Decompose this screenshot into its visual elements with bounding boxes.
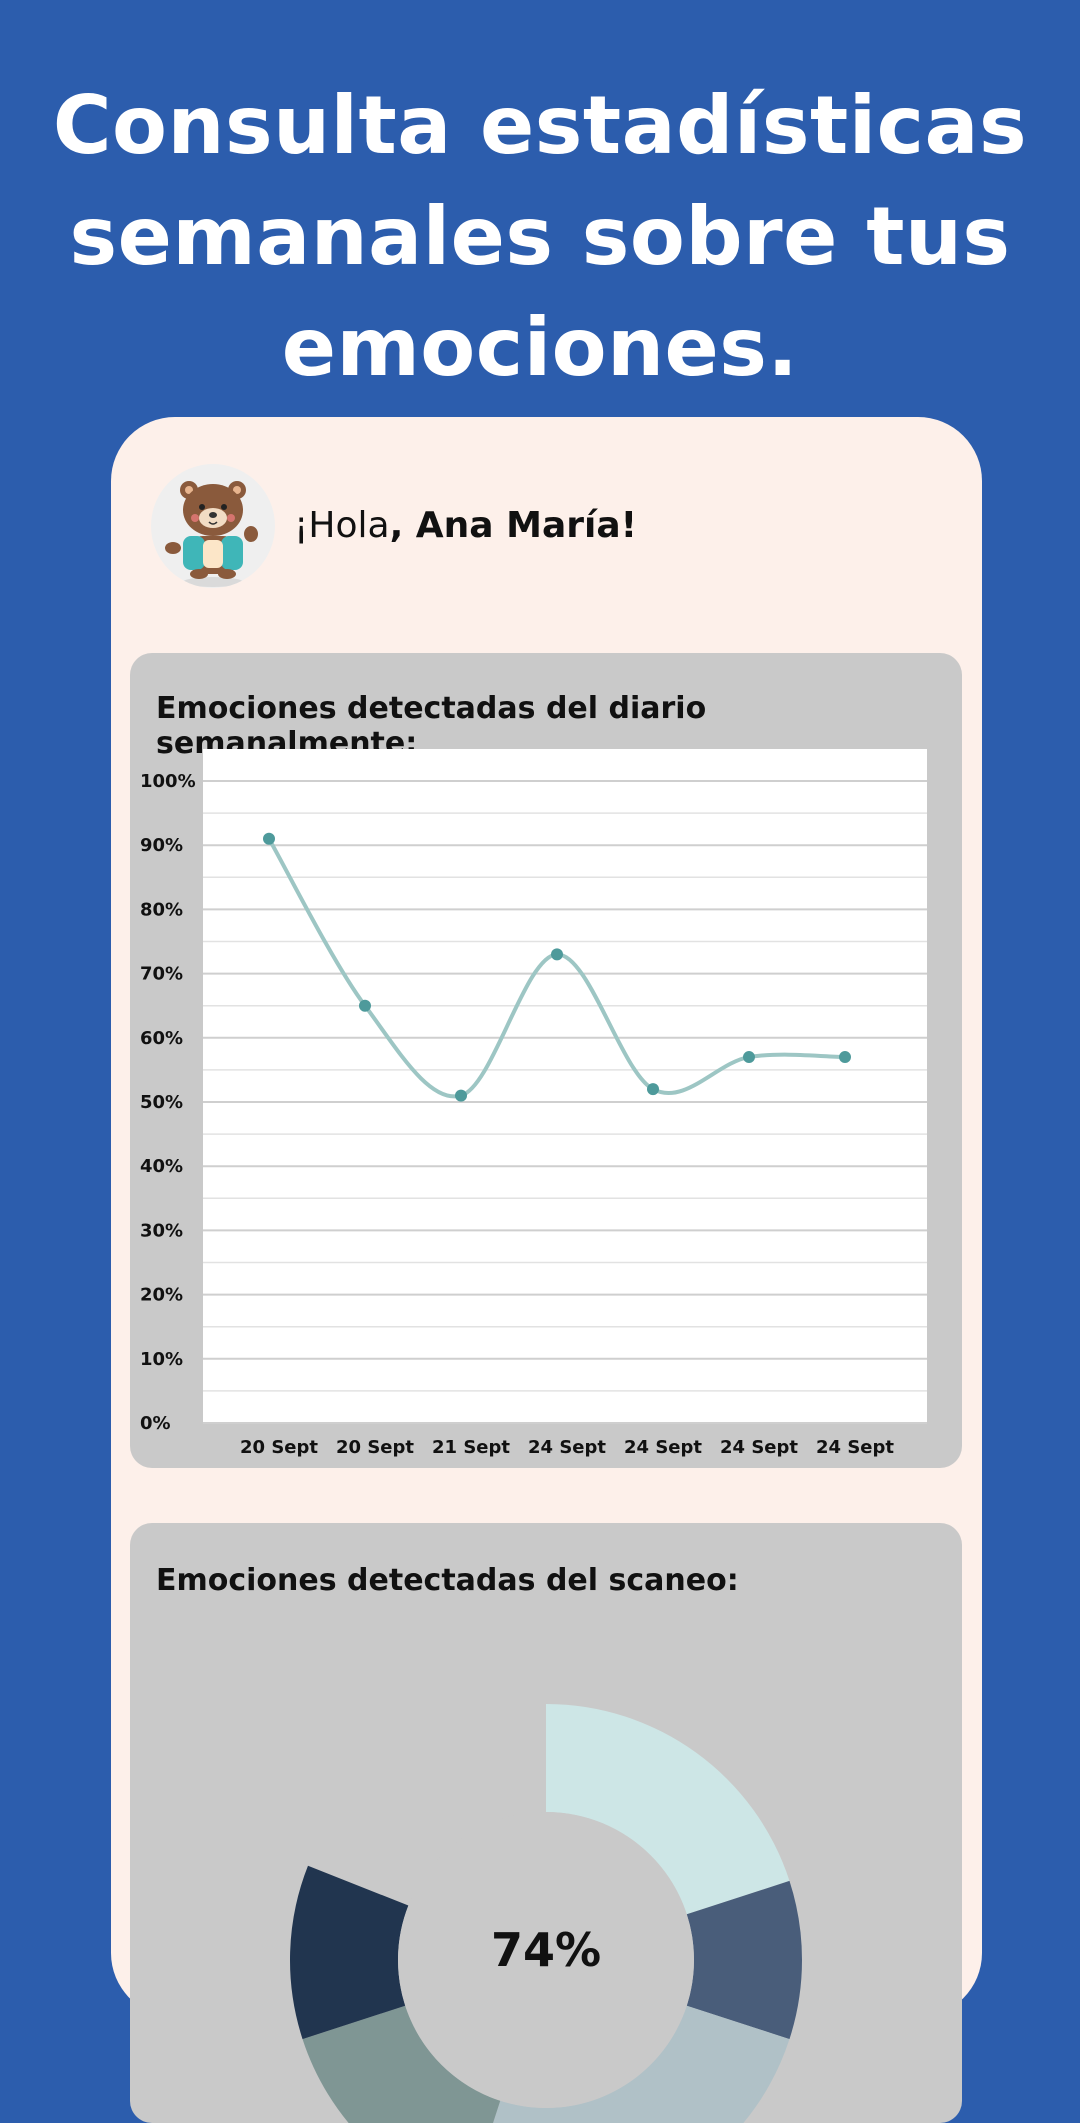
y-tick-label: 20% bbox=[140, 1285, 183, 1306]
y-tick-label: 90% bbox=[140, 835, 183, 856]
data-point bbox=[839, 1051, 851, 1064]
phone-screen: ¡Hola, Ana María! Emociones detectadas d… bbox=[111, 417, 982, 2123]
y-tick-label: 60% bbox=[140, 1028, 183, 1049]
greeting-prefix: ¡Hola bbox=[294, 505, 390, 546]
x-tick-label: 24 Sept bbox=[816, 1437, 894, 1458]
y-tick-label: 30% bbox=[140, 1220, 183, 1241]
scan-emotions-card: Emociones detectadas del scaneo: 74% bbox=[130, 1523, 962, 2123]
donut-center-value: 74% bbox=[490, 1923, 602, 1977]
headline-line-3: emociones. bbox=[281, 301, 799, 394]
headline-line-2: semanales sobre tus bbox=[69, 190, 1011, 283]
bear-mascot-icon bbox=[151, 464, 275, 588]
data-point bbox=[455, 1089, 467, 1102]
headline: Consulta estadísticas semanales sobre tu… bbox=[0, 70, 1080, 403]
data-point bbox=[551, 948, 563, 961]
greeting-user-name: , Ana María! bbox=[389, 505, 638, 546]
x-tick-label: 24 Sept bbox=[720, 1437, 798, 1458]
x-tick-label: 24 Sept bbox=[528, 1437, 606, 1458]
y-tick-label: 10% bbox=[140, 1349, 183, 1370]
y-tick-label: 100% bbox=[140, 771, 196, 792]
y-tick-label: 40% bbox=[140, 1156, 183, 1177]
line-chart: 0% 10% 20% 30% 40% 50% 60% 70% 80% 90% 100% 20 Sept… bbox=[140, 749, 927, 1458]
x-tick-label: 21 Sept bbox=[432, 1437, 510, 1458]
y-tick-label: 50% bbox=[140, 1092, 183, 1113]
y-tick-label: 80% bbox=[140, 899, 183, 920]
headline-line-1: Consulta estadísticas bbox=[52, 79, 1028, 172]
x-tick-label: 20 Sept bbox=[336, 1437, 414, 1458]
data-point bbox=[647, 1083, 659, 1096]
x-tick-label: 20 Sept bbox=[240, 1437, 318, 1458]
y-tick-label: 70% bbox=[140, 964, 183, 985]
data-point bbox=[743, 1051, 755, 1064]
weekly-emotions-card: Emociones detectadas del diario semanalm… bbox=[130, 653, 962, 1468]
donut-chart bbox=[290, 1704, 802, 2123]
y-tick-label: 0% bbox=[140, 1413, 171, 1434]
data-point bbox=[263, 832, 275, 845]
x-tick-label: 24 Sept bbox=[624, 1437, 702, 1458]
plot-area bbox=[203, 749, 927, 1423]
greeting: ¡Hola, Ana María! bbox=[294, 501, 637, 551]
data-point bbox=[359, 999, 371, 1012]
